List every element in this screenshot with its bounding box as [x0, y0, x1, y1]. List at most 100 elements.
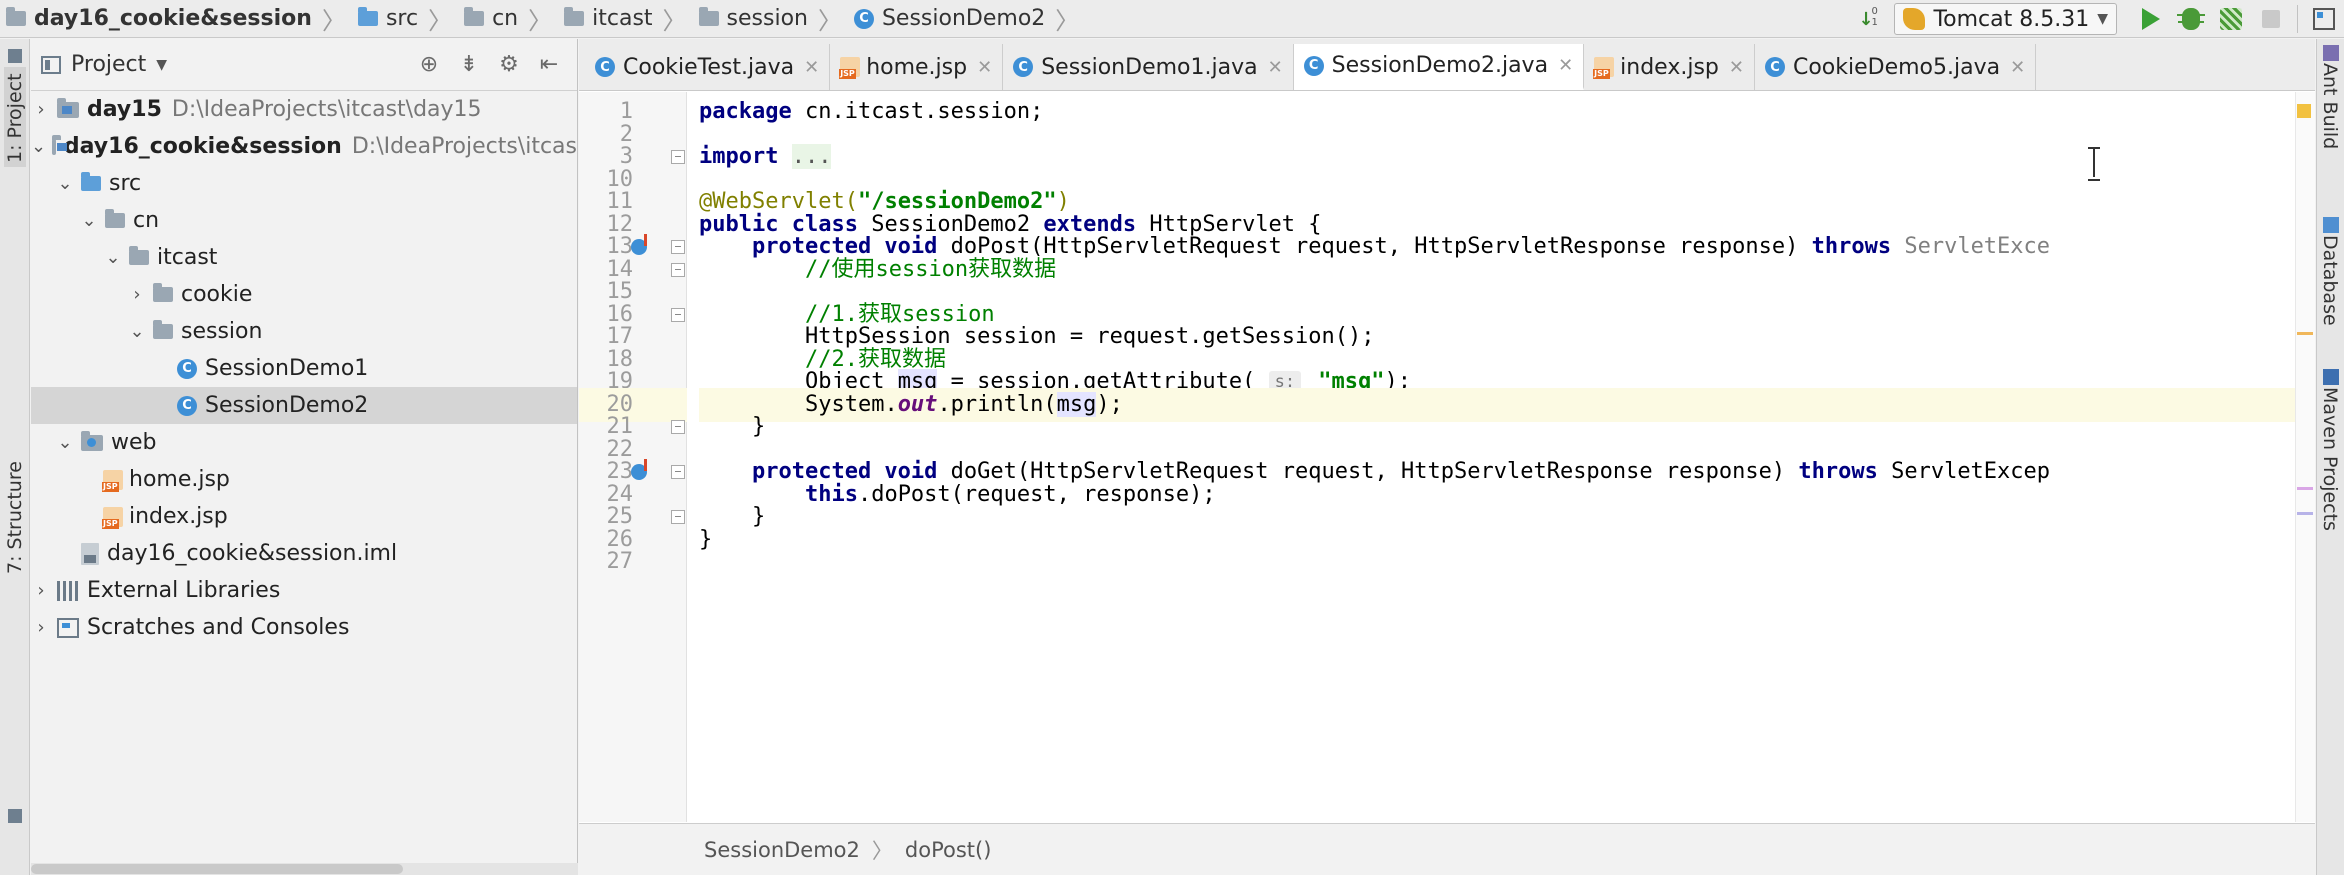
breadcrumb-src[interactable]: src: [352, 0, 424, 38]
warning-stripe-icon[interactable]: [2297, 104, 2311, 118]
project-view-title[interactable]: Project: [71, 52, 146, 77]
chevron-down-icon[interactable]: ⌄: [55, 173, 75, 194]
tree-item-home-jsp[interactable]: home.jsp: [31, 461, 577, 498]
stop-button[interactable]: [2256, 4, 2286, 34]
marker-stripe[interactable]: [2297, 332, 2313, 335]
tree-item-cn[interactable]: ⌄ cn: [31, 202, 577, 239]
tree-item-day16[interactable]: ⌄ day16_cookie&session D:\IdeaProjects\i…: [31, 128, 577, 165]
debug-button[interactable]: [2176, 4, 2206, 34]
close-icon[interactable]: ✕: [2010, 57, 2025, 78]
chevron-right-icon[interactable]: ›: [127, 284, 147, 305]
close-icon[interactable]: ✕: [1268, 57, 1283, 78]
close-icon[interactable]: ✕: [977, 57, 992, 78]
folder-icon: [6, 7, 26, 26]
chevron-down-icon[interactable]: ⌄: [79, 210, 99, 231]
tab-project-tool[interactable]: 1: Project: [4, 67, 26, 167]
code-area[interactable]: 1 2 3 10 11 12 13 14 15 16 17 18 19 20 2…: [579, 92, 2315, 822]
tree-item-web[interactable]: ⌄ web: [31, 424, 577, 461]
project-structure-button[interactable]: [2309, 4, 2339, 34]
maven-icon: [2323, 369, 2339, 385]
coverage-icon: [2220, 8, 2242, 30]
run-configuration-select[interactable]: Tomcat 8.5.31 ▼: [1894, 3, 2117, 35]
tree-item-day15[interactable]: › day15 D:\IdeaProjects\itcast\day15: [31, 91, 577, 128]
breadcrumb-class[interactable]: SessionDemo2: [704, 838, 860, 862]
module-icon: [52, 134, 67, 155]
breadcrumb-separator: 〉: [528, 7, 553, 35]
chevron-down-icon[interactable]: ⌄: [31, 136, 46, 157]
sort-icon[interactable]: ↓ 0 1: [1856, 6, 1886, 32]
hide-panel-icon[interactable]: ⇤: [535, 51, 563, 79]
tab-cookietest-java[interactable]: C CookieTest.java ✕: [585, 44, 831, 90]
breadcrumb-cn[interactable]: cn: [458, 0, 524, 38]
tree-item-itcast[interactable]: ⌄ itcast: [31, 239, 577, 276]
locate-icon[interactable]: ⊕: [415, 51, 443, 79]
tree-item-index-jsp[interactable]: index.jsp: [31, 498, 577, 535]
class-icon: C: [853, 8, 874, 29]
folded-imports[interactable]: ...: [791, 144, 832, 169]
breadcrumb-separator: 〉: [428, 7, 453, 35]
tree-item-session[interactable]: ⌄ session: [31, 313, 577, 350]
code-line: import ...: [699, 144, 832, 169]
jsp-file-icon: [102, 506, 123, 529]
tab-home-jsp[interactable]: home.jsp ✕: [830, 44, 1004, 90]
chevron-down-icon[interactable]: ⌄: [103, 247, 123, 268]
collapse-all-icon[interactable]: ⇟: [455, 51, 483, 79]
close-icon[interactable]: ✕: [1558, 55, 1573, 76]
marker-stripe[interactable]: [2297, 487, 2313, 490]
class-icon: C: [595, 57, 615, 77]
scrollbar-thumb[interactable]: [31, 864, 403, 874]
tab-cookiedemo5-java[interactable]: C CookieDemo5.java ✕: [1755, 44, 2037, 90]
package-icon: [153, 320, 173, 339]
tab-sessiondemo2-java[interactable]: C SessionDemo2.java ✕: [1293, 44, 1585, 90]
module-file-icon: [81, 542, 99, 565]
tree-item-cookie[interactable]: › cookie: [31, 276, 577, 313]
project-horizontal-scrollbar[interactable]: [31, 863, 578, 875]
breadcrumb-class[interactable]: C SessionDemo2: [848, 0, 1051, 38]
coverage-button[interactable]: [2216, 4, 2246, 34]
chevron-down-icon[interactable]: ⌄: [127, 321, 147, 342]
tree-item-iml[interactable]: day16_cookie&session.iml: [31, 535, 577, 572]
tab-structure-tool[interactable]: 7: Structure: [4, 461, 26, 574]
breadcrumb-itcast[interactable]: itcast: [558, 0, 658, 38]
code-line: }: [699, 526, 713, 552]
tree-item-src[interactable]: ⌄ src: [31, 165, 577, 202]
run-button[interactable]: [2136, 4, 2166, 34]
breadcrumb-project[interactable]: day16_cookie&session: [0, 0, 318, 38]
tab-index-jsp[interactable]: index.jsp ✕: [1584, 44, 1755, 90]
chevron-right-icon[interactable]: ›: [31, 617, 51, 638]
editor: C CookieTest.java ✕ home.jsp ✕ C Session…: [579, 39, 2315, 875]
tree-item-sessiondemo1[interactable]: › C SessionDemo1: [31, 350, 577, 387]
breadcrumb-method[interactable]: doPost(): [905, 838, 992, 862]
source-folder-icon: [81, 172, 101, 191]
code-line: //使用session获取数据: [804, 256, 1057, 282]
source-folder-icon: [357, 7, 378, 26]
tab-sessiondemo1-java[interactable]: C SessionDemo1.java ✕: [1003, 44, 1294, 90]
breadcrumb-separator: 〉: [1055, 7, 1080, 35]
project-tool-window: Project ▼ ⊕ ⇟ ⚙ ⇤ › day15 D:\IdeaProject…: [31, 39, 578, 875]
close-icon[interactable]: ✕: [1729, 57, 1744, 78]
tab-ant-build[interactable]: Ant Build: [2319, 63, 2341, 149]
gear-icon[interactable]: ⚙: [495, 51, 523, 79]
stop-icon: [2262, 10, 2280, 28]
chevron-right-icon[interactable]: ›: [31, 99, 51, 120]
marker-stripe[interactable]: [2297, 512, 2313, 515]
gutter: 1 2 3 10 11 12 13 14 15 16 17 18 19 20 2…: [579, 92, 687, 822]
class-icon: C: [177, 395, 197, 416]
close-icon[interactable]: ✕: [804, 57, 819, 78]
database-icon: [2323, 217, 2339, 233]
tab-database[interactable]: Database: [2319, 235, 2341, 326]
tree-item-external-libraries[interactable]: › External Libraries: [31, 572, 577, 609]
breadcrumb-session[interactable]: session: [693, 0, 814, 38]
project-structure-icon: [2313, 8, 2335, 30]
tab-maven-projects[interactable]: Maven Projects: [2319, 387, 2341, 531]
editor-vertical-scrollbar[interactable]: [2295, 92, 2315, 822]
module-icon: [57, 97, 79, 118]
chevron-down-icon[interactable]: ▼: [156, 57, 167, 73]
breadcrumb-separator: 〉: [871, 838, 893, 863]
tree-item-sessiondemo2[interactable]: › C SessionDemo2: [31, 387, 577, 424]
library-icon: [57, 580, 79, 601]
chevron-down-icon[interactable]: ⌄: [55, 432, 75, 453]
chevron-right-icon[interactable]: ›: [31, 580, 51, 601]
tree-item-scratches[interactable]: › Scratches and Consoles: [31, 609, 577, 646]
ant-icon: [2323, 45, 2339, 61]
